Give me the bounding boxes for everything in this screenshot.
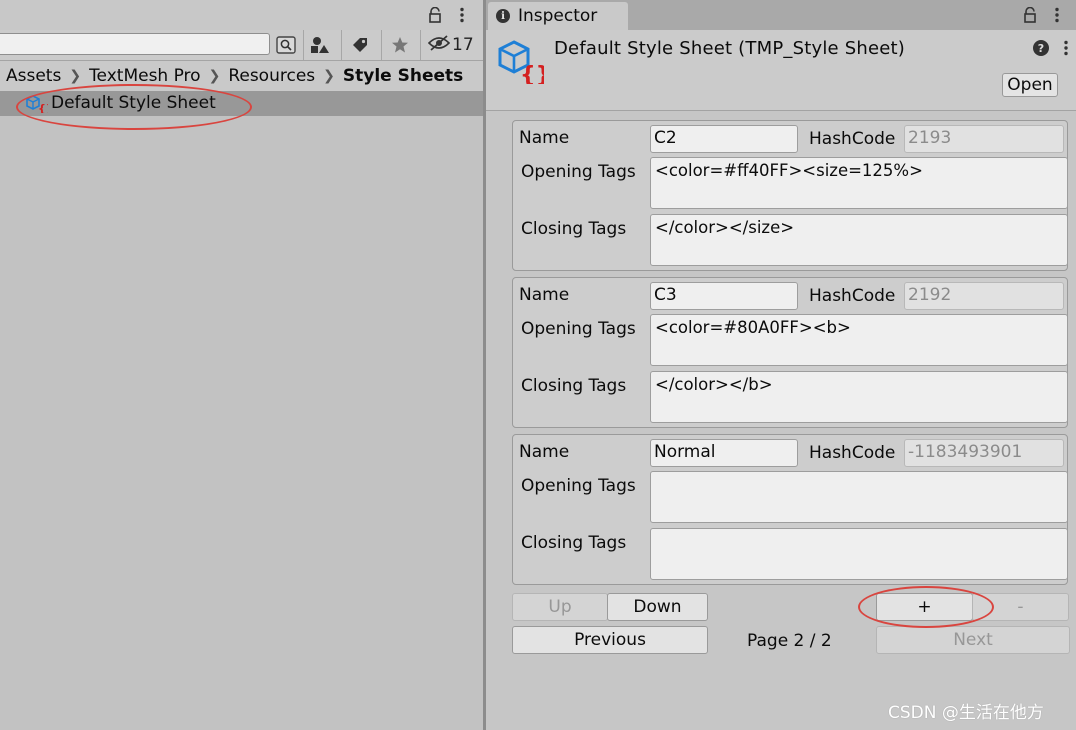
style-name-field[interactable]: Normal xyxy=(650,439,798,467)
chevron-right-icon: ❯ xyxy=(323,68,335,84)
closing-tags-label: Closing Tags xyxy=(521,533,627,553)
breadcrumb-assets[interactable]: Assets xyxy=(6,66,61,86)
search-by-type-icon[interactable] xyxy=(275,35,297,55)
style-list: Name C2 HashCode 2193 Opening Tags <colo… xyxy=(486,111,1076,730)
favorites-star-icon[interactable] xyxy=(389,35,411,55)
name-label: Name xyxy=(519,442,570,462)
open-button[interactable]: Open xyxy=(1002,73,1058,97)
tab-inspector[interactable]: i Inspector xyxy=(488,2,628,30)
down-button[interactable]: Down xyxy=(607,593,708,621)
opening-tags-label: Opening Tags xyxy=(521,162,636,182)
filter-by-type-icon[interactable] xyxy=(309,35,331,55)
filter-by-label-icon[interactable] xyxy=(349,35,371,55)
closing-tags-field[interactable]: </color></size> xyxy=(650,214,1068,266)
kebab-menu-icon[interactable] xyxy=(452,5,472,25)
breadcrumb-textmesh-pro[interactable]: TextMesh Pro xyxy=(89,66,201,86)
closing-tags-label: Closing Tags xyxy=(521,376,627,396)
hashcode-field: 2193 xyxy=(904,125,1064,153)
closing-tags-label: Closing Tags xyxy=(521,219,627,239)
annotation-ring xyxy=(858,586,994,628)
name-label: Name xyxy=(519,128,570,148)
svg-text:{}: {} xyxy=(520,63,544,84)
lock-icon[interactable] xyxy=(425,5,445,25)
opening-tags-field[interactable]: <color=#80A0FF><b> xyxy=(650,314,1068,366)
opening-tags-label: Opening Tags xyxy=(521,319,636,339)
closing-tags-field[interactable]: </color></b> xyxy=(650,371,1068,423)
kebab-menu-icon[interactable] xyxy=(1047,5,1067,25)
opening-tags-field[interactable]: <color=#ff40FF><size=125%> xyxy=(650,157,1068,209)
eye-slash-icon xyxy=(427,34,451,56)
search-input[interactable] xyxy=(0,33,270,55)
hashcode-field: 2192 xyxy=(904,282,1064,310)
hashcode-label: HashCode xyxy=(809,129,896,149)
next-page-button[interactable]: Next xyxy=(876,626,1070,654)
style-sheet-icon: {} xyxy=(498,40,551,89)
up-button[interactable]: Up xyxy=(512,593,608,621)
hashcode-label: HashCode xyxy=(809,286,896,306)
opening-tags-field[interactable] xyxy=(650,471,1068,523)
asset-title: Default Style Sheet (TMP_Style Sheet) xyxy=(554,38,905,59)
tab-inspector-label: Inspector xyxy=(518,6,598,26)
style-name-field[interactable]: C2 xyxy=(650,125,798,153)
project-panel: 17 Assets ❯ TextMesh Pro ❯ Resources ❯ S… xyxy=(0,0,483,730)
breadcrumb-resources[interactable]: Resources xyxy=(228,66,315,86)
annotation-ring xyxy=(16,84,252,130)
breadcrumb-style-sheets[interactable]: Style Sheets xyxy=(343,66,463,86)
hashcode-field: -1183493901 xyxy=(904,439,1064,467)
inspector-tabbar: i Inspector xyxy=(486,0,1076,30)
project-panel-header xyxy=(0,0,483,31)
inspector-panel: i Inspector {} Default Style Sheet (TMP_… xyxy=(486,0,1076,730)
style-name-field[interactable]: C3 xyxy=(650,282,798,310)
asset-header: {} Default Style Sheet (TMP_Style Sheet)… xyxy=(486,30,1076,111)
closing-tags-field[interactable] xyxy=(650,528,1068,580)
info-icon: i xyxy=(496,9,510,23)
help-icon[interactable]: ? xyxy=(1033,40,1049,56)
previous-page-button[interactable]: Previous xyxy=(512,626,708,654)
hidden-packages-toggle[interactable]: 17 xyxy=(427,34,474,56)
watermark: CSDN @生活在他方 xyxy=(888,703,1044,723)
project-toolbar: 17 xyxy=(0,30,483,61)
style-entry: Name C3 HashCode 2192 Opening Tags <colo… xyxy=(512,277,1068,428)
lock-icon[interactable] xyxy=(1020,5,1040,25)
style-entry: Name Normal HashCode -1183493901 Opening… xyxy=(512,434,1068,585)
opening-tags-label: Opening Tags xyxy=(521,476,636,496)
page-indicator: Page 2 / 2 xyxy=(747,631,832,651)
name-label: Name xyxy=(519,285,570,305)
hidden-count-label: 17 xyxy=(452,35,474,55)
chevron-right-icon: ❯ xyxy=(69,68,82,84)
kebab-menu-icon[interactable] xyxy=(1056,38,1076,58)
chevron-right-icon: ❯ xyxy=(208,68,221,84)
style-entry: Name C2 HashCode 2193 Opening Tags <colo… xyxy=(512,120,1068,271)
hashcode-label: HashCode xyxy=(809,443,896,463)
